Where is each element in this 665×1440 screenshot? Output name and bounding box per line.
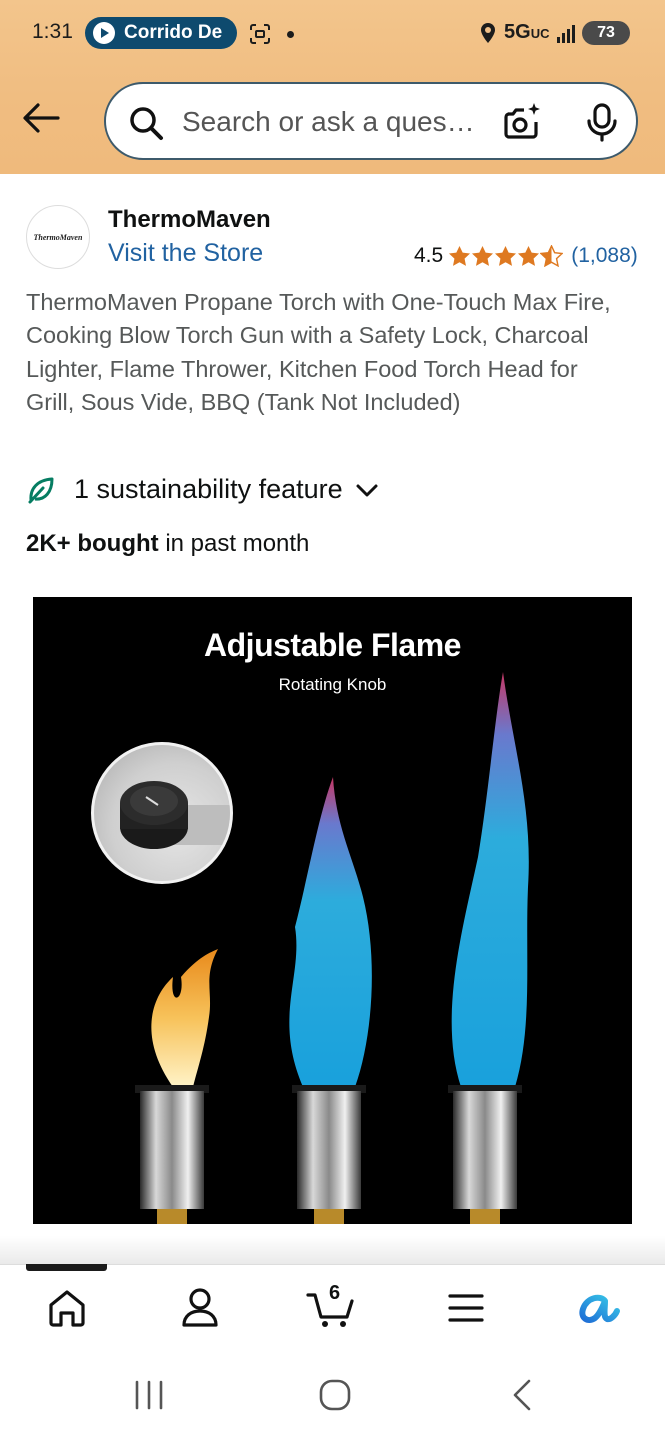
chevron-down-icon <box>356 484 378 496</box>
flame-illustration <box>135 672 529 1224</box>
brand-logo-text: ThermoMaven <box>33 232 83 242</box>
star-full-icon <box>495 245 517 266</box>
home-button-icon[interactable] <box>318 1378 352 1412</box>
star-full-icon <box>518 245 540 266</box>
back-arrow-icon[interactable] <box>22 102 60 134</box>
product-image[interactable]: Adjustable Flame Rotating Knob <box>33 597 632 1224</box>
brand-logo[interactable]: ThermoMaven <box>26 205 90 269</box>
menu-icon[interactable] <box>448 1287 484 1329</box>
search-input[interactable]: Search or ask a question <box>182 106 482 138</box>
leaf-icon <box>28 477 54 503</box>
star-full-icon <box>472 245 494 266</box>
star-full-icon <box>449 245 471 266</box>
sustainability-toggle[interactable]: 1 sustainability feature <box>26 474 379 505</box>
visit-store-link[interactable]: Visit the Store <box>108 239 263 268</box>
star-half-icon <box>540 245 564 267</box>
home-icon[interactable] <box>46 1287 88 1329</box>
signal-icon <box>557 25 575 43</box>
battery-indicator: 73 <box>582 21 630 45</box>
sustainability-label: 1 sustainability feature <box>74 474 343 504</box>
rating-count-link[interactable]: (1,088) <box>571 244 638 268</box>
rufus-icon[interactable] <box>575 1287 621 1329</box>
app-header: 1:31 Corrido De 5GUC 73 Search or ask a … <box>0 0 665 174</box>
account-icon[interactable] <box>180 1287 220 1329</box>
back-button-icon[interactable] <box>510 1378 534 1412</box>
product-title: ThermoMaven Propane Torch with One-Touch… <box>26 289 611 416</box>
battery-level: 73 <box>597 24 615 41</box>
active-tab-indicator <box>26 1264 107 1271</box>
media-title: Corrido De <box>124 22 223 43</box>
recent-apps-icon[interactable] <box>133 1380 165 1410</box>
camera-search-icon[interactable] <box>500 100 544 144</box>
microphone-icon[interactable] <box>586 103 618 143</box>
screenshot-icon <box>250 24 270 44</box>
star-rating <box>448 245 564 267</box>
location-icon <box>481 23 495 43</box>
notification-dot <box>287 31 294 38</box>
brand-name: ThermoMaven <box>108 206 271 233</box>
section-divider <box>0 1236 665 1264</box>
bought-count-bold: 2K+ bought <box>26 530 159 557</box>
status-time: 1:31 <box>32 20 73 43</box>
bought-count-suffix: in past month <box>158 530 310 557</box>
search-icon <box>130 107 163 140</box>
system-navigation-bar <box>0 1354 665 1440</box>
bottom-nav <box>0 1264 665 1355</box>
rating-value: 4.5 <box>414 244 444 267</box>
rating-summary[interactable]: 4.5 (1,088) <box>414 242 638 270</box>
network-type: 5GUC <box>504 21 550 43</box>
play-icon <box>93 22 115 44</box>
status-bar: 1:31 Corrido De 5GUC 73 <box>0 0 665 68</box>
bought-count: 2K+ bought in past month <box>26 530 309 558</box>
search-bar[interactable]: Search or ask a question <box>104 82 638 160</box>
media-playback-chip[interactable]: Corrido De <box>85 17 237 49</box>
cart-count-badge: 6 <box>329 1282 341 1304</box>
